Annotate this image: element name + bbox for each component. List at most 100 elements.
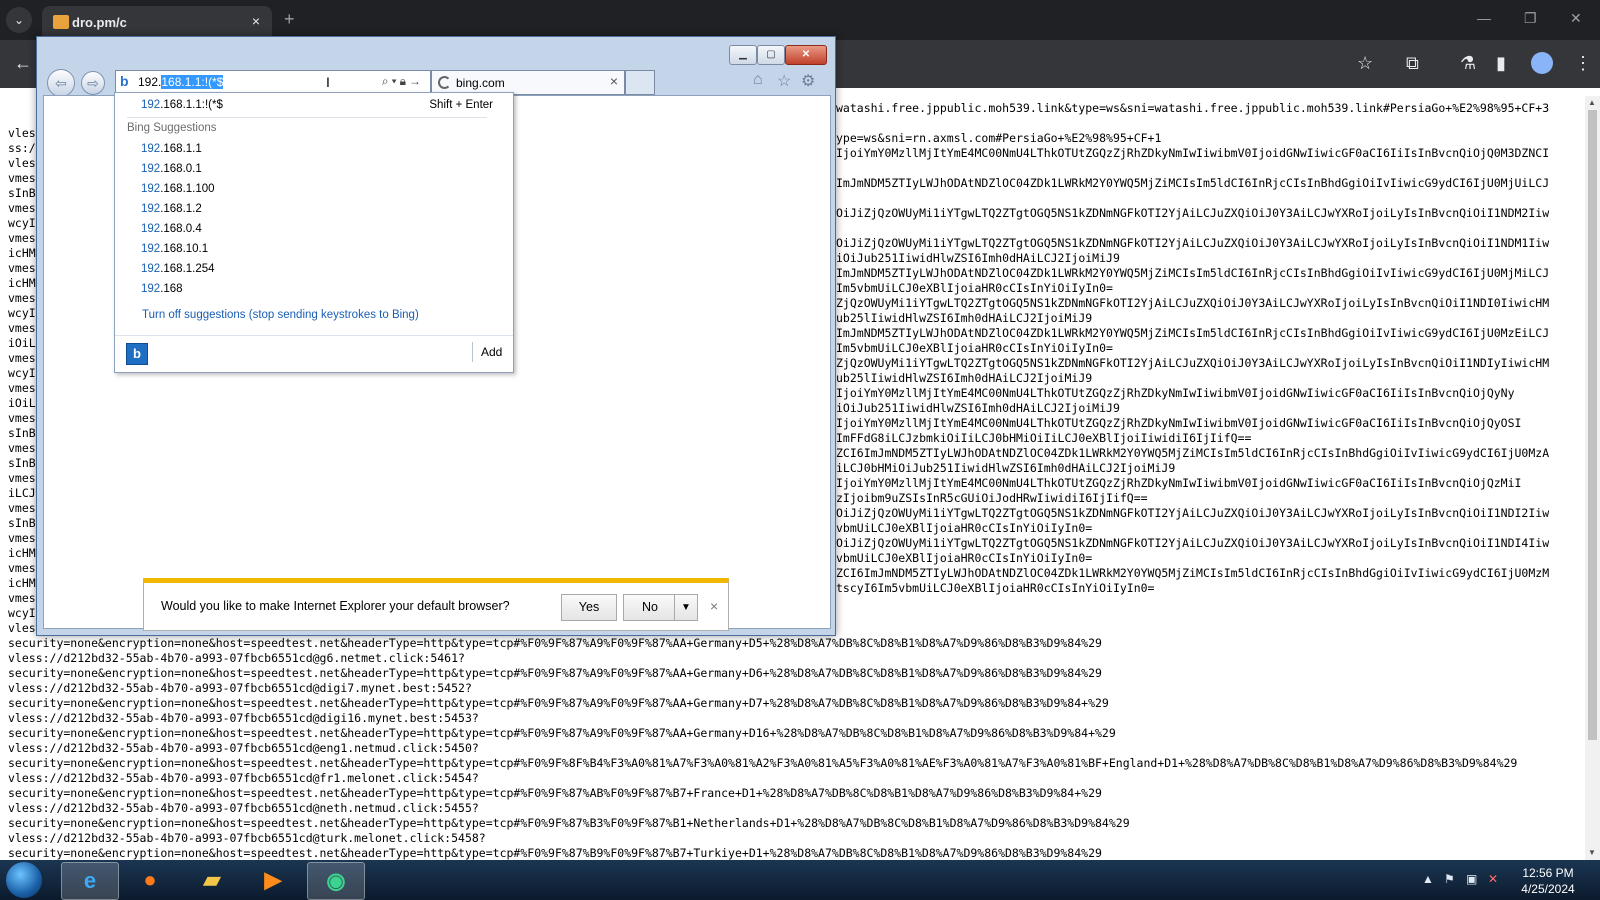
page-text-line: ZCI6ImJmNDM5ZTIyLWJhODAtNDZlOC04ZDk1LWRk… (836, 566, 1550, 580)
page-text-line: IjoiYmY0MzllMjItYmE4MC00NmU4LThkOTUtZGQz… (836, 476, 1522, 490)
page-text-line: watashi.free.jppublic.moh539.link&type=w… (836, 101, 1550, 115)
tray-expand-icon[interactable]: ▲ (1422, 872, 1434, 886)
dropdown-arrow-icon[interactable]: ▾ (392, 74, 400, 88)
suggestion-item[interactable]: 192.168.1.100 (141, 183, 215, 195)
extensions-icon[interactable]: ⧉ (1406, 52, 1419, 74)
ie-forward-button[interactable]: ⇨ (81, 71, 105, 95)
page-text-line: IjoiYmY0MzllMjItYmE4MC00NmU4LThkOTUtZGQz… (836, 386, 1515, 400)
menu-icon[interactable]: ⋮ (1574, 52, 1592, 74)
start-button[interactable] (6, 862, 42, 898)
bing-search-provider-icon[interactable]: b (126, 343, 148, 365)
taskbar-app-file-explorer[interactable]: ▰ (184, 862, 240, 898)
page-text-line: security=none&encryption=none&host=speed… (8, 726, 1116, 740)
clock-date: 4/25/2024 (1521, 882, 1575, 896)
clock-time: 12:56 PM (1522, 866, 1574, 880)
page-text-line: iOiJub251IiwidHlwZSI6Imh0dHAiLCJ2IjoiMiJ… (836, 251, 1120, 265)
system-clock[interactable]: 12:56 PM 4/25/2024 (1508, 865, 1588, 897)
address-selected-text: 168.1.1:!(*$ (161, 75, 224, 89)
add-provider-button[interactable]: Add (481, 345, 502, 359)
folder-favicon-icon (53, 15, 69, 29)
page-text-line: Im5vbmUiLCJ0eXBlIjoiaHR0cCIsInYiOiIyIn0= (836, 341, 1113, 355)
page-text-line: ImJmNDM5ZTIyLWJhODAtNDZlOC04ZDk1LWRkM2Y0… (836, 266, 1550, 280)
address-suggestions-dropdown: 192.168.1.1:!(*$ Shift + Enter Bing Sugg… (114, 92, 514, 373)
taskbar-app-firefox[interactable]: ● (122, 862, 178, 898)
tab-search-chevron-icon[interactable]: ⌄ (6, 7, 32, 33)
page-text-line: security=none&encryption=none&host=speed… (8, 756, 1518, 770)
green-app-icon: ◉ (326, 868, 346, 893)
suggestion-item[interactable]: 192.168 (141, 283, 183, 295)
no-button[interactable]: No (623, 594, 677, 621)
notification-message: Would you like to make Internet Explorer… (161, 599, 510, 613)
page-text-line: ImFFdG8iLCJzbmkiOiIiLCJ0bHMiOiIiLCJ0eXBl… (836, 431, 1252, 445)
turn-off-suggestions-link[interactable]: Turn off suggestions (stop sending keyst… (142, 309, 419, 321)
back-icon[interactable]: ← (14, 52, 32, 74)
chrome-tab-close-button[interactable]: × (252, 13, 260, 29)
notification-close-button[interactable]: × (710, 598, 718, 614)
star-icon[interactable]: ☆ (1357, 52, 1373, 74)
chrome-scrollbar[interactable]: ▲ ▼ (1585, 96, 1600, 860)
page-text-line (836, 116, 1581, 131)
page-text-line: ImJmNDM5ZTIyLWJhODAtNDZlOC04ZDk1LWRkM2Y0… (836, 326, 1550, 340)
scroll-down-icon[interactable]: ▼ (1588, 848, 1596, 857)
page-text-line: security=none&encryption=none&host=speed… (8, 636, 1102, 650)
suggestion-item[interactable]: 192.168.1.1 (141, 143, 202, 155)
taskbar-app-internet-explorer[interactable]: e (61, 862, 119, 900)
suggestion-item[interactable]: 192.168.0.4 (141, 223, 202, 235)
profile-icon[interactable] (1531, 52, 1553, 74)
page-text-line: IjoiYmY0MzllMjItYmE4MC00NmU4LThkOTUtZGQz… (836, 146, 1550, 160)
page-text-line: vless://d212bd32-55ab-4b70-a993-07fbcb65… (8, 831, 486, 845)
ie-back-button[interactable]: ⇦ (47, 69, 75, 97)
ie-tab-close-button[interactable]: × (610, 73, 618, 89)
scrollbar-thumb[interactable] (1588, 110, 1597, 740)
suggestion-item[interactable]: 192.168.1.254 (141, 263, 215, 275)
favorites-star-icon[interactable]: ☆ (777, 71, 791, 91)
ie-new-tab-button[interactable] (625, 70, 655, 95)
text-cursor-icon: I (326, 74, 330, 90)
page-text-line: OiJiZjQzOWUyMi1iYTgwLTQ2ZTgtOGQ5NS1kZDNm… (836, 506, 1550, 520)
scroll-up-icon[interactable]: ▲ (1588, 98, 1596, 107)
taskbar-app-green[interactable]: ◉ (307, 862, 365, 900)
suggestion-item[interactable]: 192.168.1.2 (141, 203, 202, 215)
windows-taskbar: e ● ▰ ▶ ◉ ▲ ⚑ ▣ ✕ 12:56 PM 4/25/2024 (0, 860, 1600, 900)
page-text-line: ub25lIiwidHlwZSI6Imh0dHAiLCJ2IjoiMiJ9 (836, 311, 1093, 325)
search-icon[interactable]: ⌕ (382, 74, 392, 88)
go-arrow-icon[interactable]: → (409, 74, 424, 88)
ie-minimize-button[interactable]: ▁ (729, 45, 757, 65)
ie-tab-title: bing.com (456, 76, 505, 90)
chrome-close-button[interactable]: ✕ (1570, 10, 1582, 27)
network-icon[interactable]: ▣ (1466, 872, 1477, 886)
page-text-line: iLCJ0bHMiOiJub251IiwidHlwZSI6Imh0dHAiLCJ… (836, 461, 1176, 475)
suggestion-item[interactable]: 192.168.0.1 (141, 163, 202, 175)
suggestion-typed-url[interactable]: 192.168.1.1:!(*$ (141, 99, 223, 111)
ie-address-text[interactable]: 192.168.1.1:!(*$ (138, 75, 224, 89)
suggestion-item[interactable]: 192.168.10.1 (141, 243, 208, 255)
chevron-down-icon[interactable]: ▼ (674, 594, 698, 621)
labs-icon[interactable]: ⚗ (1460, 52, 1476, 74)
page-text-line: zIjoibm9uZSIsInR5cGUiOiJodHRwIiwidiI6IjI… (836, 491, 1148, 505)
folder-icon: ▰ (203, 867, 221, 892)
page-text-line: vbmUiLCJ0eXBlIjoiaHR0cCIsInYiOiIyIn0= (836, 551, 1093, 565)
divider (127, 117, 487, 118)
page-text-line: vless://d212bd32-55ab-4b70-a993-07fbcb65… (8, 801, 479, 815)
page-text-line: vless://d212bd32-55ab-4b70-a993-07fbcb65… (8, 711, 479, 725)
volume-muted-icon[interactable]: ✕ (1488, 872, 1498, 886)
taskbar-app-media-player[interactable]: ▶ (245, 862, 301, 898)
home-icon[interactable]: ⌂ (753, 71, 763, 89)
chrome-minimize-button[interactable]: — (1477, 10, 1491, 26)
chrome-maximize-button[interactable]: ❐ (1524, 10, 1537, 27)
ie-close-button[interactable]: ✕ (785, 45, 827, 65)
internet-explorer-icon: e (83, 868, 97, 893)
page-text-line: vless://d212bd32-55ab-4b70-a993-07fbcb65… (8, 651, 465, 665)
flag-icon[interactable]: ⚑ (1444, 872, 1455, 886)
yes-button[interactable]: Yes (561, 594, 617, 621)
page-text-line: ZjQzOWUyMi1iYTgwLTQ2ZTgtOGQ5NS1kZDNmNGFk… (836, 356, 1550, 370)
gear-icon[interactable]: ⚙ (801, 71, 815, 91)
page-text-line: ZjQzOWUyMi1iYTgwLTQ2ZTgtOGQ5NS1kZDNmNGFk… (836, 296, 1550, 310)
page-text-line: ype=ws&sni=rn.axmsl.com#PersiaGo+%E2%98%… (836, 131, 1162, 145)
page-text-line: security=none&encryption=none&host=speed… (8, 696, 1109, 710)
ie-maximize-button[interactable]: ▢ (757, 45, 785, 65)
chrome-tab[interactable]: dro.pm/c × (42, 6, 272, 40)
new-tab-button[interactable]: + (284, 9, 295, 30)
sidepanel-icon[interactable]: ▮ (1496, 52, 1506, 74)
page-text-line: iOiJub251IiwidHlwZSI6Imh0dHAiLCJ2IjoiMiJ… (836, 401, 1120, 415)
